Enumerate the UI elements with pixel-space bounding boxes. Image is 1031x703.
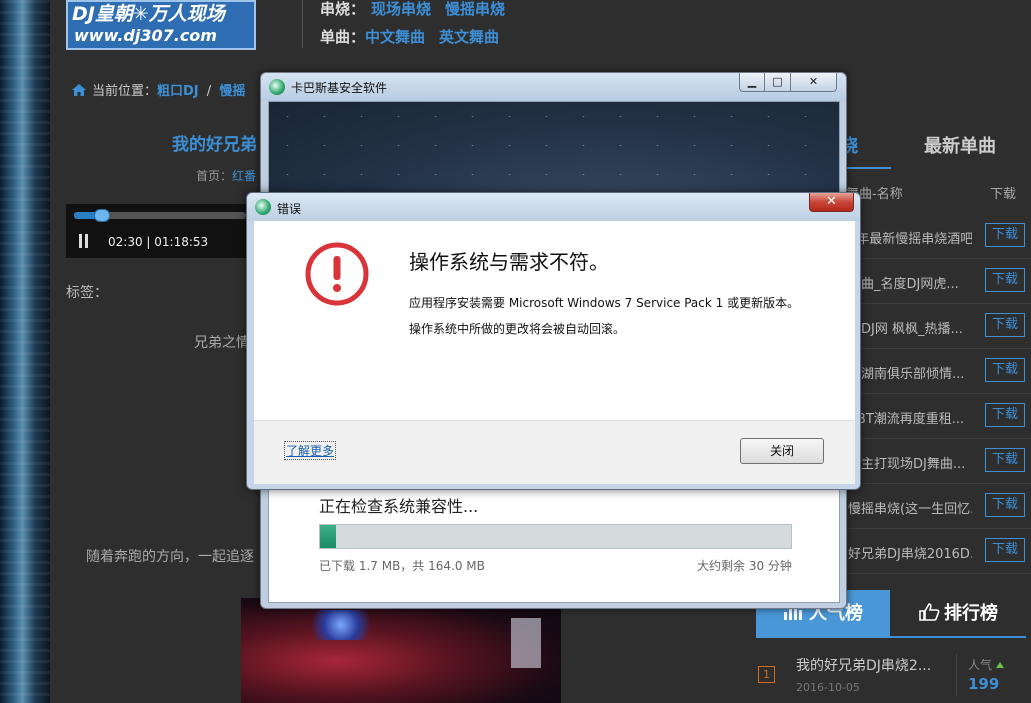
lyric-line-1: 兄弟之情 (194, 335, 250, 351)
nav-label-single: 单曲： (320, 28, 366, 46)
home-label: 首页： (196, 169, 233, 183)
installer-close-button[interactable]: ✕ (791, 73, 837, 92)
rank-date: 2016-10-05 (796, 681, 860, 694)
installer-titlebar[interactable]: 卡巴斯基安全软件 ▁ □ ✕ (261, 73, 846, 101)
site-logo[interactable]: DJ皇朝✳万人现场 www.dj307.com (66, 0, 256, 50)
kaspersky-icon (255, 199, 271, 215)
rank-title[interactable]: 我的好兄弟DJ串烧2... (796, 655, 931, 675)
maximize-button[interactable]: □ (765, 73, 791, 92)
installer-title: 卡巴斯基安全软件 (291, 81, 388, 95)
lyric-line-2: 随着奔跑的方向，一起追逐 (86, 549, 254, 565)
download-button[interactable]: 下载 (985, 313, 1025, 337)
downloaded-size: 已下载 1.7 MB，共 164.0 MB (319, 559, 485, 573)
list-item: 乐DJ网 枫枫_热播... 下载 (840, 304, 1031, 349)
close-button[interactable]: 关闭 (740, 438, 824, 464)
error-message-2: 操作系统中所做的更改将会被自动回滚。 (409, 322, 626, 336)
song-name[interactable]: 乐DJ网 枫枫_热播... (848, 318, 972, 337)
song-name[interactable]: BBT潮流再度重租... (848, 408, 972, 427)
song-list: 2年最新慢摇串烧酒吧... 下载 舞曲_名度DJ网虎... 下载 乐DJ网 枫枫_热… (840, 214, 1031, 574)
rank-number: 1 (758, 666, 775, 683)
installer-status: 正在检查系统兼容性... (319, 497, 479, 516)
song-name[interactable]: 好兄弟DJ串烧2016D... (848, 543, 972, 562)
breadcrumb-link-1[interactable]: 粗口DJ (157, 84, 199, 99)
pause-icon[interactable] (78, 234, 90, 248)
tab-active-underline (840, 167, 891, 169)
error-icon (305, 242, 369, 306)
list-item: 2年最新慢摇串烧酒吧... 下载 (840, 214, 1031, 259)
tags-label: 标签： (66, 285, 108, 301)
song-title: 我的好兄弟 (172, 135, 257, 155)
popularity-value: 199 (968, 675, 1000, 693)
minimize-button[interactable]: ▁ (739, 73, 765, 92)
club-photo (241, 598, 561, 703)
song-name[interactable]: 新主打现场DJ舞曲... (848, 453, 972, 472)
rank-row[interactable]: 1 我的好兄弟DJ串烧2... 2016-10-05 人气 199 (756, 650, 1026, 703)
list-item: BBT潮流再度重租... 下载 (840, 394, 1031, 439)
home-line: 首页：红番 (196, 167, 256, 184)
error-heading: 操作系统与需求不符。 (409, 250, 609, 274)
error-dialog-close-button[interactable]: ✕ (809, 193, 854, 212)
download-button[interactable]: 下载 (985, 538, 1025, 562)
tab-ranking-label: 排行榜 (944, 603, 998, 624)
tab-ranking[interactable]: 排行榜 (890, 590, 1026, 638)
seek-handle[interactable] (94, 209, 110, 222)
left-decorative-strip (0, 0, 50, 703)
error-dialog: 错误 ✕ 操作系统与需求不符。 应用程序安装需要 Microsoft Windo… (246, 192, 861, 490)
song-name[interactable]: 舞曲_名度DJ网虎... (848, 273, 972, 292)
nav-row-medley: 串烧： 现场串烧 慢摇串烧 (320, 0, 505, 19)
list-item: 好兄弟DJ串烧2016D... 下载 (840, 529, 1031, 574)
download-button[interactable]: 下载 (985, 403, 1025, 427)
up-arrow-icon (996, 662, 1005, 668)
song-name[interactable]: 月湖南俱乐部倾情... (848, 363, 972, 382)
download-progress-bar (319, 524, 792, 549)
nav-link-live-medley[interactable]: 现场串烧 (371, 0, 431, 19)
download-button[interactable]: 下载 (985, 358, 1025, 382)
nav-row-single: 单曲：中文舞曲 英文舞曲 (320, 26, 499, 47)
breadcrumb: 当前位置：粗口DJ / 慢摇 (72, 80, 245, 99)
rank-divider (956, 654, 957, 696)
learn-more-link[interactable]: 了解更多 (284, 441, 337, 460)
list-item: 舞曲_名度DJ网虎... 下载 (840, 259, 1031, 304)
logo-line1: DJ皇朝✳万人现场 (72, 3, 225, 25)
tab-latest-singles[interactable]: 最新单曲 (924, 132, 996, 158)
player-time: 02:30 | 01:18:53 (108, 235, 209, 249)
popularity-label-text: 人气 (968, 658, 993, 672)
song-name[interactable]: 2年最新慢摇串烧酒吧... (848, 228, 972, 247)
kaspersky-icon (269, 79, 285, 95)
nav-divider (302, 0, 303, 48)
error-dialog-titlebar[interactable]: 错误 ✕ (247, 193, 860, 221)
download-button[interactable]: 下载 (985, 268, 1025, 292)
nav-link-slow-medley[interactable]: 慢摇串烧 (445, 0, 505, 19)
breadcrumb-prefix: 当前位置： (92, 84, 158, 99)
error-dialog-body: 操作系统与需求不符。 应用程序安装需要 Microsoft Windows 7 … (254, 221, 855, 420)
download-button[interactable]: 下载 (985, 223, 1025, 247)
window-controls: ▁ □ ✕ (739, 73, 837, 92)
error-dialog-footer: 了解更多 关闭 (254, 420, 855, 484)
list-item: 月湖南俱乐部倾情... 下载 (840, 349, 1031, 394)
home-link[interactable]: 红番 (232, 169, 256, 183)
error-message-1: 应用程序安装需要 Microsoft Windows 7 Service Pac… (409, 296, 800, 310)
error-dialog-title: 错误 (277, 202, 302, 216)
breadcrumb-link-2[interactable]: 慢摇 (219, 84, 245, 99)
popularity-label: 人气 (968, 656, 1005, 673)
home-icon (72, 84, 86, 96)
logo-line2: www.dj307.com (74, 26, 217, 45)
download-button[interactable]: 下载 (985, 493, 1025, 517)
thumbs-up-icon (919, 603, 940, 621)
seek-bar[interactable] (74, 209, 246, 222)
download-progress-fill (320, 525, 337, 548)
nav-label-medley: 串烧： (320, 0, 366, 18)
download-button[interactable]: 下载 (985, 448, 1025, 472)
column-header-download: 下载 (990, 187, 1017, 202)
audio-player: 02:30 | 01:18:53 (66, 204, 246, 258)
list-item: 慢摇串烧(这一生回忆... 下载 (840, 484, 1031, 529)
time-remaining: 大约剩余 30 分钟 (697, 559, 792, 573)
nav-link-chinese-dance[interactable]: 中文舞曲 (365, 26, 425, 47)
list-item: 新主打现场DJ舞曲... 下载 (840, 439, 1031, 484)
breadcrumb-separator: / (206, 84, 212, 99)
song-name[interactable]: 慢摇串烧(这一生回忆... (848, 498, 972, 517)
nav-link-english-dance[interactable]: 英文舞曲 (439, 26, 499, 47)
